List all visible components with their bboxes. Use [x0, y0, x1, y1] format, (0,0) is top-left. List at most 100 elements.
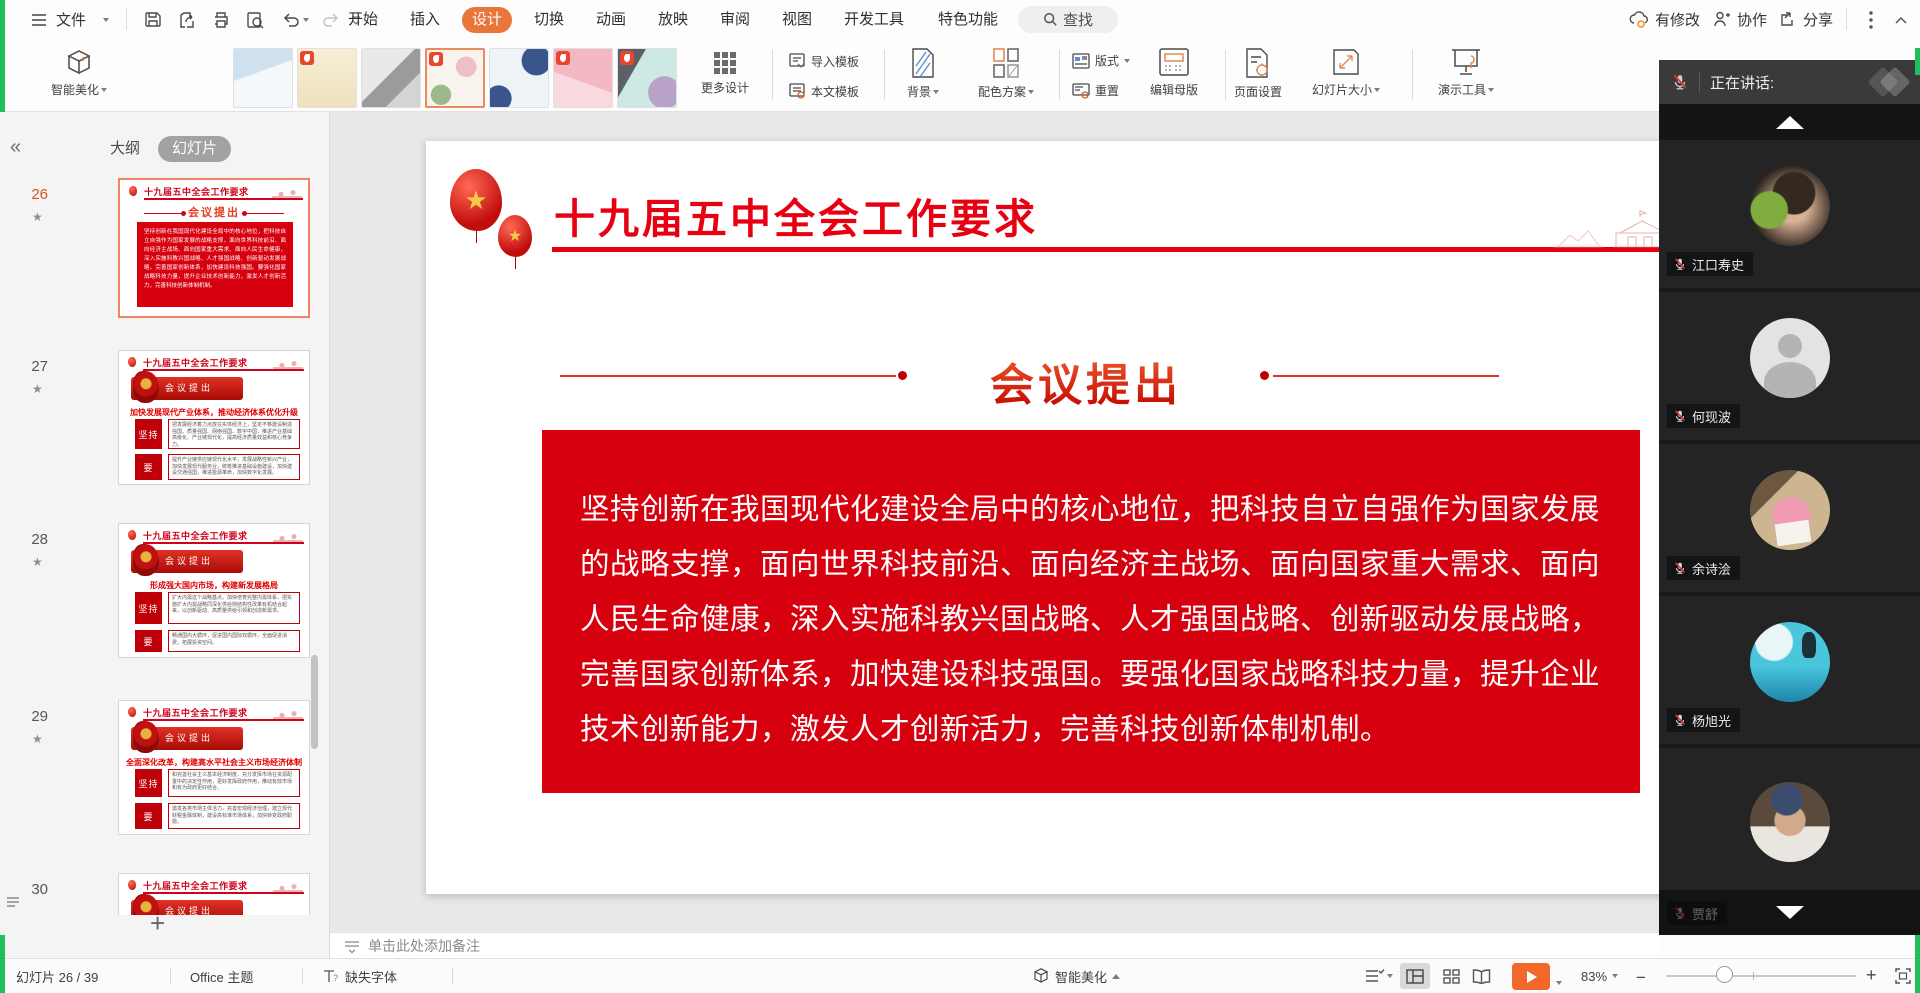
collapse-ribbon-icon[interactable] — [1888, 7, 1914, 33]
participant-avatar — [1750, 470, 1830, 550]
normal-view-button[interactable] — [1400, 963, 1430, 989]
template-thumb-2[interactable] — [297, 48, 357, 108]
save-icon[interactable] — [140, 7, 166, 33]
transition-star-icon[interactable]: ★ — [32, 732, 43, 746]
slide-body-textbox[interactable]: 坚持创新在我国现代化建设全局中的核心地位，把科技自立自强作为国家发展的战略支撑，… — [542, 430, 1640, 793]
slide-thumbnail-30[interactable]: 十九届五中全会工作要求 会议提出 — [118, 873, 310, 915]
slide-title[interactable]: 十九届五中全会工作要求 — [554, 185, 1038, 245]
tab-slides[interactable]: 幻灯片 — [158, 136, 231, 162]
tab-transitions[interactable]: 切换 — [524, 7, 574, 33]
participant-tile[interactable]: 江口寿史 — [1659, 140, 1920, 288]
transition-star-icon[interactable]: ★ — [32, 210, 43, 224]
layout-icon — [1072, 53, 1090, 69]
tab-outline[interactable]: 大纲 — [96, 136, 154, 162]
smart-beautify-status-button[interactable]: 智能美化 — [1032, 959, 1120, 993]
modified-status[interactable]: 有修改 — [1628, 0, 1700, 38]
play-dropdown-icon[interactable] — [1556, 973, 1562, 988]
transition-star-icon[interactable]: ★ — [32, 382, 43, 396]
transition-star-icon[interactable]: ★ — [32, 555, 43, 569]
hamburger-menu-icon[interactable] — [26, 7, 52, 33]
notes-bar[interactable]: 单击此处添加备注 — [330, 932, 1659, 958]
notes-toggle-button[interactable] — [1362, 963, 1396, 989]
section-heading[interactable]: 会议提出 — [976, 349, 1196, 413]
presentation-tools-button[interactable]: 演示工具 — [1420, 46, 1512, 98]
more-designs-label: 更多设计 — [701, 79, 749, 96]
thumb-subtitle: 加快发展现代产业体系，推动经济体系优化升级 — [119, 407, 309, 418]
zoom-slider-handle[interactable] — [1716, 966, 1733, 983]
search-box[interactable]: 查找 — [1018, 6, 1118, 33]
template-thumb-1[interactable] — [233, 48, 293, 108]
edit-master-button[interactable]: 编辑母版 — [1134, 46, 1214, 98]
meeting-header[interactable]: 正在讲话: — [1659, 60, 1920, 104]
collaborate-button[interactable]: 协作 — [1712, 0, 1767, 38]
slide-thumbnail-28[interactable]: 十九届五中全会工作要求 会议提出 形成强大国内市场，构建新发展格局 坚持扩大内需… — [118, 523, 310, 658]
mic-muted-icon — [1673, 257, 1687, 271]
share-icon — [1778, 9, 1798, 29]
slide-size-button[interactable]: 幻灯片大小 — [1300, 46, 1392, 98]
scroll-up-zone[interactable] — [1659, 104, 1920, 140]
fit-to-window-button[interactable] — [1894, 967, 1912, 985]
slide-thumbnail-27[interactable]: 十九届五中全会工作要求 会议提出 加快发展现代产业体系，推动经济体系优化升级 坚… — [118, 350, 310, 485]
participant-tile[interactable]: 何现波 — [1659, 292, 1920, 440]
smart-beautify-button[interactable]: 智能美化 — [34, 48, 124, 98]
import-template-button[interactable]: 导入模板 — [788, 52, 859, 70]
tab-devtools[interactable]: 开发工具 — [834, 7, 914, 33]
template-thumb-6[interactable] — [553, 48, 613, 108]
tab-review[interactable]: 审阅 — [710, 7, 760, 33]
template-thumb-3[interactable] — [361, 48, 421, 108]
template-thumb-5[interactable] — [489, 48, 549, 108]
zoom-level[interactable]: 83% — [1581, 959, 1618, 993]
tab-animation[interactable]: 动画 — [586, 7, 636, 33]
heading-right-dot — [1260, 371, 1269, 380]
play-slideshow-button[interactable] — [1512, 963, 1550, 990]
background-button[interactable]: 背景 — [892, 46, 954, 100]
theme-name[interactable]: Office 主题 — [190, 959, 253, 993]
participant-tile[interactable]: 余诗浍 — [1659, 444, 1920, 592]
slide-sorter-view-button[interactable] — [1436, 963, 1466, 989]
zoom-out-button[interactable]: − — [1636, 968, 1646, 988]
search-icon — [1043, 12, 1058, 27]
template-thumb-4-selected[interactable] — [425, 48, 485, 108]
tab-special-features[interactable]: 特色功能 — [928, 7, 1008, 33]
tab-home[interactable]: 开始 — [338, 7, 388, 33]
template-thumb-7[interactable] — [617, 48, 677, 108]
share-button[interactable]: 分享 — [1778, 0, 1833, 38]
export-icon[interactable] — [174, 7, 200, 33]
participant-name-chip: 余诗浍 — [1667, 556, 1740, 580]
notes-expand-icon[interactable] — [344, 939, 360, 953]
participant-avatar — [1750, 166, 1830, 246]
panel-menu-icon[interactable] — [6, 896, 20, 908]
layout-button[interactable]: 版式 — [1072, 52, 1130, 69]
collapse-panel-icon[interactable]: « — [10, 136, 21, 159]
slide-thumbnail-29[interactable]: 十九届五中全会工作要求 会议提出 全面深化改革，构建高水平社会主义市场经济体制 … — [118, 700, 310, 835]
tab-view[interactable]: 视图 — [772, 7, 822, 33]
text-template-button[interactable]: 本文模板 — [788, 82, 859, 100]
file-chevron-icon[interactable] — [98, 7, 114, 33]
file-menu[interactable]: 文件 — [56, 0, 86, 38]
panel-scrollbar-thumb[interactable] — [311, 655, 318, 749]
zoom-in-button[interactable]: + — [1866, 965, 1877, 986]
participant-tile[interactable]: 杨旭光 — [1659, 596, 1920, 744]
tab-design[interactable]: 设计 — [462, 7, 512, 33]
print-preview-icon[interactable] — [242, 7, 268, 33]
color-scheme-button[interactable]: 配色方案 — [962, 46, 1050, 100]
scroll-down-zone[interactable] — [1659, 890, 1920, 935]
search-label: 查找 — [1063, 9, 1093, 30]
tab-insert[interactable]: 插入 — [400, 7, 450, 33]
page-setup-button[interactable]: 页面设置 — [1222, 46, 1294, 100]
missing-font-icon: ? — [322, 968, 340, 984]
reading-view-button[interactable] — [1466, 963, 1496, 989]
more-designs-button[interactable]: 更多设计 — [688, 50, 762, 96]
undo-dropdown-icon[interactable] — [300, 7, 312, 33]
kebab-menu-icon[interactable] — [1858, 7, 1884, 33]
tab-slideshow[interactable]: 放映 — [648, 7, 698, 33]
participant-name: 江口寿史 — [1692, 255, 1744, 274]
slide-thumbnail-26[interactable]: 十九届五中全会工作要求 会议提出 坚持创新在我国现代化建设全局中的核心地位，把科… — [118, 178, 310, 318]
missing-font-label: 缺失字体 — [345, 967, 397, 986]
print-icon[interactable] — [208, 7, 234, 33]
missing-font-warning[interactable]: ? 缺失字体 — [322, 959, 397, 993]
reset-button[interactable]: 重置 — [1072, 82, 1119, 99]
zoom-slider-track[interactable] — [1666, 975, 1856, 977]
add-slide-button[interactable]: + — [150, 908, 165, 939]
current-slide[interactable]: ★ ★ 十九届五中全会工作要求 会议提出 坚持创新在我国现代化建设全局中的核心地… — [426, 141, 1680, 894]
